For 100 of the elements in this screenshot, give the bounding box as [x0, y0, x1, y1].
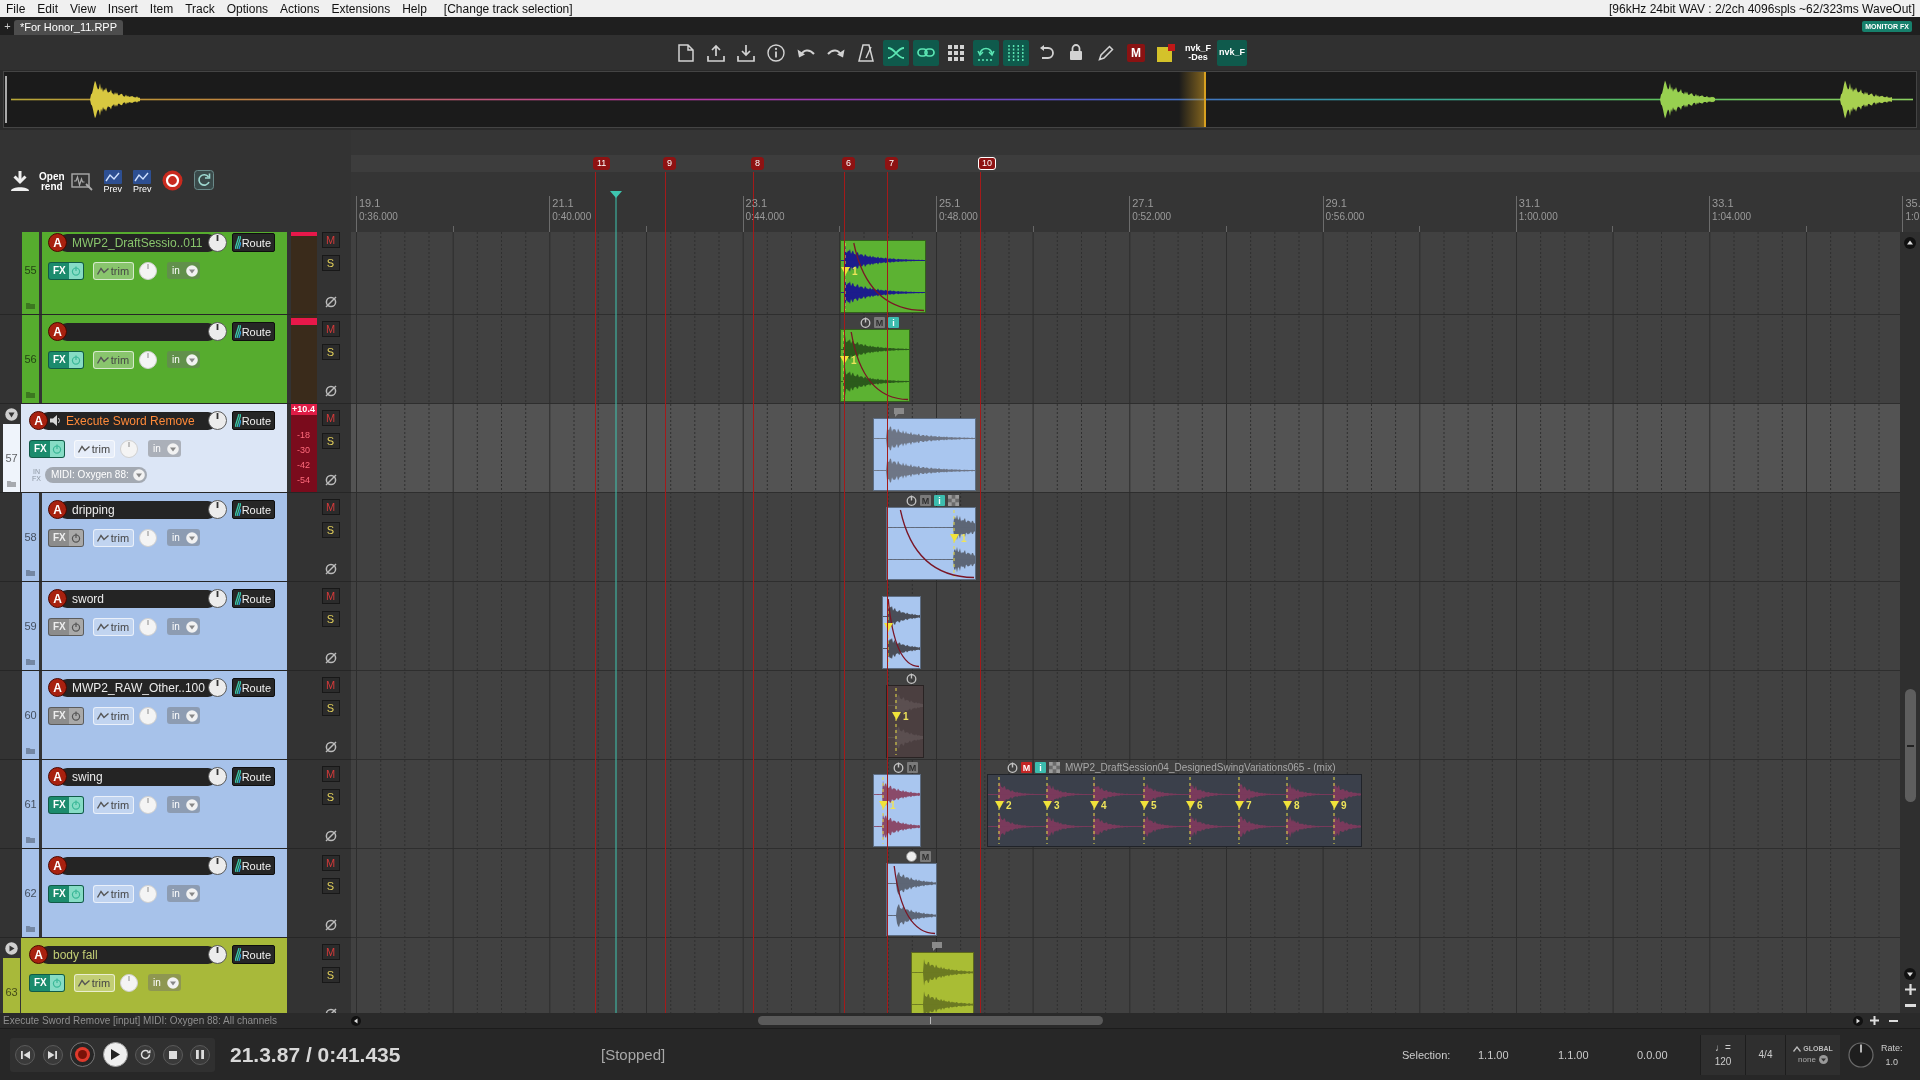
route-button[interactable]: Route [231, 411, 275, 430]
track-color-strip[interactable]: 59 [22, 582, 39, 670]
zoom-out-icon[interactable] [1904, 1004, 1916, 1007]
loop-arrow-icon[interactable] [1038, 44, 1054, 61]
phase-invert-icon[interactable] [324, 563, 337, 575]
crossfade-icon[interactable] [887, 45, 905, 60]
vertical-scrollbar[interactable] [1900, 232, 1920, 1013]
menu-item[interactable]: Help [396, 1, 433, 16]
fx-button[interactable]: FX [29, 439, 65, 458]
take-marker-icon[interactable] [1140, 801, 1149, 809]
scroll-up-icon[interactable] [1904, 237, 1916, 249]
speaker-icon[interactable] [50, 415, 61, 426]
volume-knob[interactable] [207, 233, 227, 252]
fx-button[interactable]: FX [48, 795, 84, 814]
take-marker-icon[interactable] [1090, 801, 1099, 809]
trim-button[interactable]: trim [92, 350, 135, 369]
trim-button[interactable]: trim [92, 795, 135, 814]
toolbar-button[interactable]: M [1127, 43, 1145, 62]
solo-button[interactable]: S [321, 344, 340, 360]
open-render-button[interactable]: Open rend [39, 172, 65, 192]
track-color-strip[interactable]: 62 [22, 849, 39, 937]
trim-button[interactable]: trim [73, 973, 116, 992]
volume-knob[interactable] [207, 322, 227, 341]
zoom-in-icon[interactable] [1904, 984, 1916, 995]
envelope-line-icon[interactable] [96, 800, 109, 809]
track-color-strip[interactable]: 61 [22, 760, 39, 848]
record-arm-button[interactable]: A [48, 233, 67, 252]
item-mute-toggle[interactable]: M [1021, 762, 1032, 773]
caret-icon[interactable] [1818, 1055, 1828, 1064]
tempo-value[interactable]: 120 [1714, 1056, 1732, 1067]
solo-button[interactable]: S [321, 255, 340, 271]
audio-item[interactable] [886, 863, 937, 936]
toolbar-button[interactable] [973, 39, 999, 66]
trim-button[interactable]: trim [92, 261, 135, 280]
track-panel[interactable]: A dripping Route FX trim in [42, 493, 287, 581]
power-icon[interactable] [68, 796, 83, 813]
power-icon[interactable] [68, 262, 83, 279]
caret-icon[interactable] [185, 620, 198, 633]
solo-button[interactable]: S [321, 967, 340, 983]
metronome-icon[interactable] [858, 43, 874, 62]
solo-button[interactable]: S [321, 878, 340, 894]
repeat-icon[interactable] [139, 1049, 151, 1060]
power-icon[interactable] [68, 529, 83, 546]
record-arm-button[interactable]: A [48, 678, 67, 697]
fx-button[interactable]: FX [48, 884, 84, 903]
scroll-down-icon[interactable] [1904, 968, 1916, 980]
marker-flag[interactable]: 10 [978, 157, 996, 170]
zoom-out-icon[interactable] [1889, 1019, 1898, 1022]
record-button[interactable] [70, 1042, 95, 1067]
timeline-overview[interactable] [3, 71, 1917, 128]
new-tab-button[interactable]: + [3, 20, 12, 32]
go-to-start-button[interactable] [15, 1044, 35, 1065]
input-dropdown[interactable]: in [167, 351, 200, 368]
record-arm-button[interactable]: A [48, 589, 67, 608]
route-button[interactable]: Route [231, 233, 275, 252]
skip-back-icon[interactable] [20, 1050, 30, 1059]
pause-icon[interactable] [196, 1050, 204, 1059]
power-icon[interactable] [49, 974, 64, 991]
record-arm-button[interactable]: A [29, 411, 48, 430]
graph-icon[interactable] [103, 170, 122, 184]
menu-item[interactable]: Extensions [325, 1, 397, 16]
trim-button[interactable]: trim [92, 884, 135, 903]
zoom-in-icon[interactable] [1870, 1016, 1879, 1025]
audio-item[interactable] [886, 507, 976, 580]
document-icon[interactable] [678, 43, 694, 62]
fade-curve[interactable] [893, 865, 936, 935]
grid-icon[interactable] [948, 44, 964, 61]
marker-flag[interactable]: 7 [885, 157, 898, 170]
phase-invert-icon[interactable] [324, 741, 337, 753]
menu-item[interactable]: Insert [101, 1, 144, 16]
menu-item[interactable]: Actions [274, 1, 326, 16]
scrollbar-thumb[interactable] [758, 1016, 1103, 1025]
envelope-line-icon[interactable] [77, 978, 90, 987]
audio-item[interactable] [886, 685, 924, 758]
toolbar-button[interactable] [883, 39, 909, 66]
take-marker-icon[interactable] [1186, 801, 1195, 809]
caret-icon[interactable] [185, 264, 198, 277]
phase-invert-icon[interactable] [324, 830, 337, 842]
take-marker-icon[interactable] [892, 712, 901, 720]
track-panel[interactable]: A swing Route FX trim in [42, 760, 287, 848]
record-arm-button[interactable]: A [48, 500, 67, 519]
take-marker-icon[interactable] [1283, 801, 1292, 809]
caret-icon[interactable] [185, 887, 198, 900]
power-icon[interactable] [1007, 762, 1018, 773]
track-panel[interactable]: A MWP2_DraftSessio..011 Route FX trim in [42, 232, 287, 314]
play-icon[interactable] [110, 1049, 120, 1060]
marker-lane[interactable]: 11 9 8 6 7 10 [351, 155, 1920, 172]
marker-flag[interactable]: 9 [663, 157, 676, 170]
undo-icon[interactable] [797, 47, 815, 58]
caret-icon[interactable] [166, 442, 179, 455]
scroll-left-icon[interactable] [351, 1015, 361, 1026]
take-marker-icon[interactable] [1330, 801, 1339, 809]
track-color-strip[interactable]: 63 [3, 958, 20, 1013]
fade-curve[interactable] [850, 331, 909, 401]
graph-icon[interactable] [133, 170, 152, 184]
audio-item[interactable] [840, 329, 910, 402]
take-marker-icon[interactable] [950, 534, 959, 542]
track-color-strip[interactable]: 58 [22, 493, 39, 581]
envelope-line-icon[interactable] [96, 711, 109, 720]
fade-curve[interactable] [899, 509, 975, 579]
